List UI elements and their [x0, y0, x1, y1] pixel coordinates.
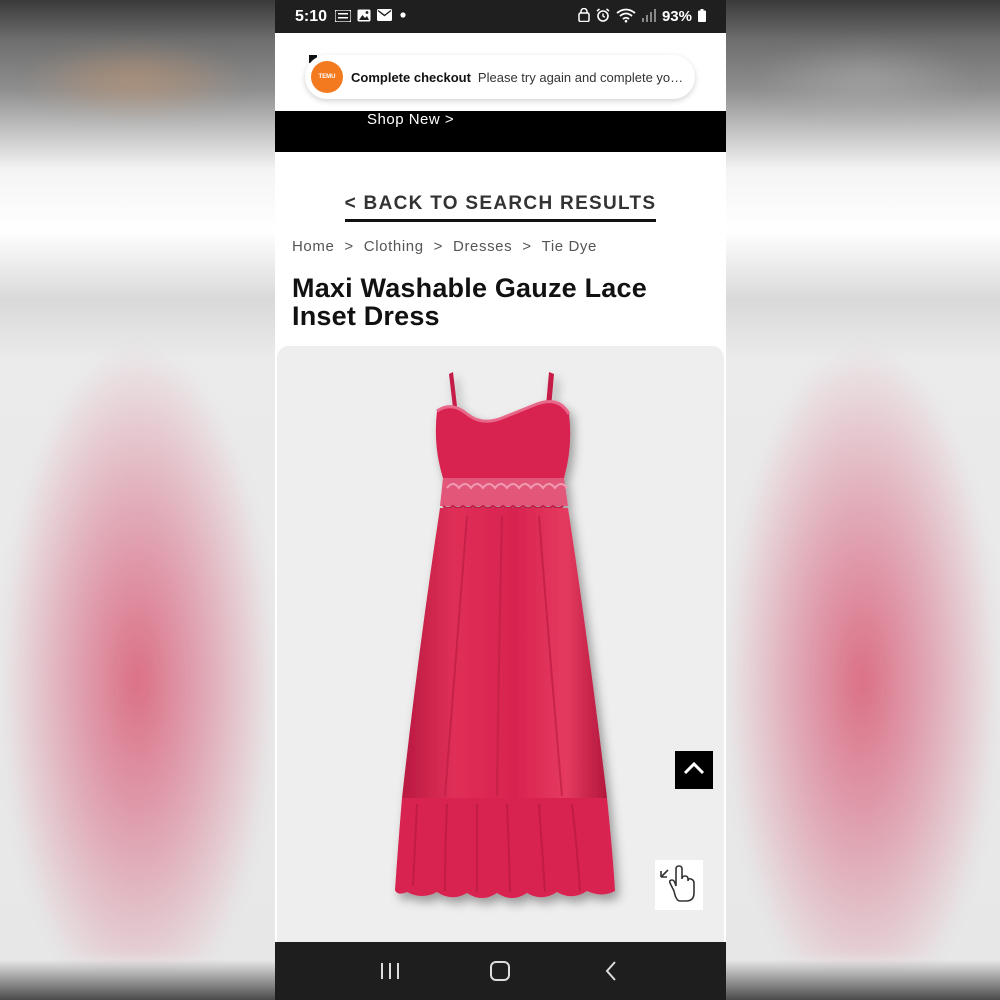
- temu-logo-text: TEMU: [318, 74, 336, 80]
- product-title: Maxi Washable Gauze Lace Inset Dress: [292, 273, 647, 331]
- temu-notification-icon: [334, 8, 352, 24]
- alarm-icon: [596, 8, 610, 25]
- recent-apps-button[interactable]: [370, 951, 410, 991]
- back-button[interactable]: [591, 951, 631, 991]
- backdrop-blur: [20, 40, 250, 120]
- temu-app-icon: TEMU: [311, 61, 343, 93]
- hand-pointer-icon: [657, 861, 701, 910]
- header-area: TEMU Complete checkout Please try again …: [275, 33, 726, 111]
- battery-icon: [698, 8, 706, 25]
- backdrop-blur: [750, 40, 980, 120]
- breadcrumb-dresses[interactable]: Dresses: [453, 238, 512, 255]
- promo-banner[interactable]: Shop New >: [275, 111, 726, 152]
- signal-icon: [641, 8, 656, 25]
- zoom-image-button[interactable]: [655, 860, 703, 910]
- battery-percent: 93%: [661, 8, 692, 25]
- dot-icon: [398, 10, 408, 23]
- breadcrumb-tie-dye[interactable]: Tie Dye: [542, 238, 597, 255]
- toast-title: Complete checkout: [351, 69, 471, 85]
- breadcrumb-separator: >: [433, 238, 444, 255]
- toast-message: Please try again and complete you…: [477, 69, 690, 85]
- recent-apps-icon: [381, 963, 400, 979]
- status-time: 5:10: [295, 7, 328, 25]
- phone-screen: 5:10 93% TEMU Complete checkout Please t…: [275, 0, 726, 1000]
- shop-new-link[interactable]: Shop New >: [367, 111, 454, 128]
- breadcrumb-separator: >: [344, 238, 354, 255]
- back-to-search-link-wrapper: < BACK TO SEARCH RESULTS: [275, 193, 726, 222]
- back-icon: [605, 961, 616, 981]
- home-button[interactable]: [480, 951, 520, 991]
- breadcrumb-home[interactable]: Home: [292, 238, 334, 255]
- lock-icon: [578, 7, 590, 25]
- backdrop-blur: [725, 340, 1000, 960]
- dress-image: [395, 372, 615, 898]
- notification-toast[interactable]: TEMU Complete checkout Please try again …: [305, 55, 695, 99]
- backdrop-blur: [0, 340, 275, 960]
- wifi-icon: [616, 8, 636, 26]
- breadcrumb-separator: >: [522, 238, 532, 255]
- breadcrumb-clothing[interactable]: Clothing: [364, 238, 424, 255]
- scroll-to-top-button[interactable]: [675, 751, 713, 789]
- back-to-search-link[interactable]: < BACK TO SEARCH RESULTS: [344, 193, 657, 222]
- chevron-up-icon: [683, 761, 705, 780]
- home-icon: [490, 961, 511, 981]
- breadcrumb: Home > Clothing > Dresses > Tie Dye: [292, 238, 597, 255]
- image-icon: [357, 9, 371, 25]
- android-nav-bar: [275, 942, 726, 1000]
- notification-icons: [334, 8, 408, 25]
- mail-icon: [377, 9, 393, 24]
- system-icons: 93%: [578, 7, 706, 26]
- status-bar: 5:10 93%: [275, 0, 726, 33]
- product-image[interactable]: [277, 346, 724, 942]
